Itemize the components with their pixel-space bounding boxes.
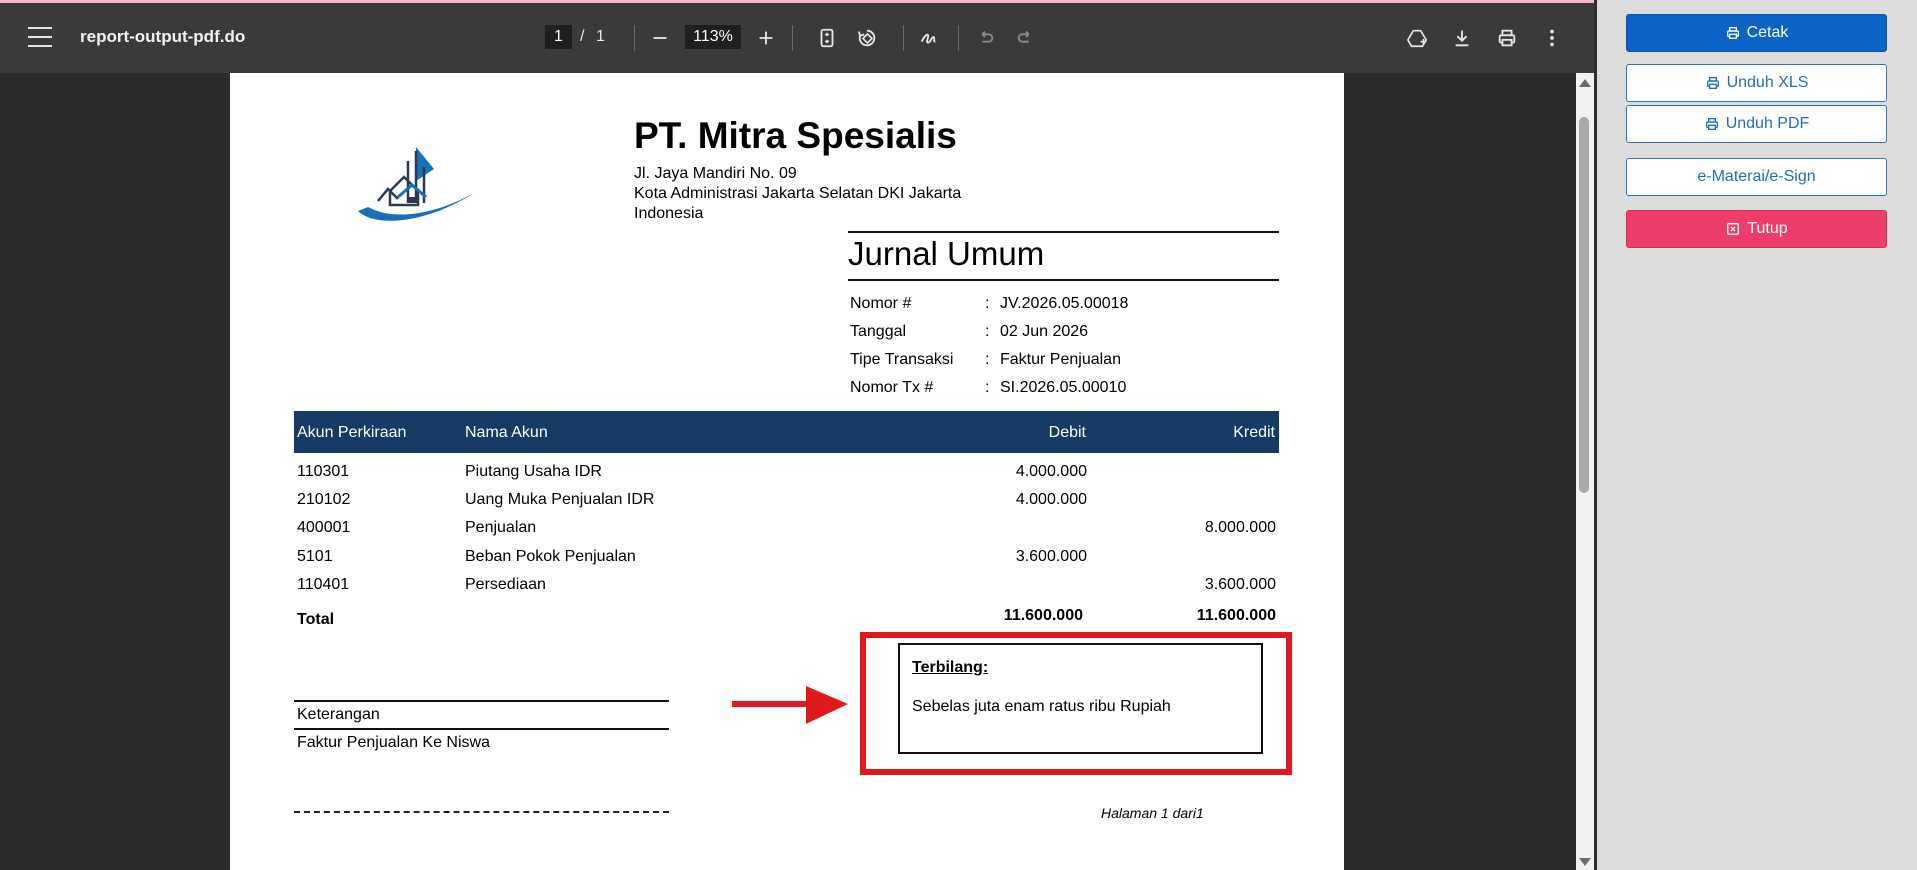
notes-rule-top [294, 700, 669, 702]
notes-rule-bottom [294, 728, 669, 730]
close-button-label: Tutup [1747, 220, 1788, 237]
print-button[interactable]: Cetak [1626, 14, 1887, 52]
table-row-name: Penjualan [465, 519, 537, 536]
journal-table-header: Akun Perkiraan Nama Akun Debit Kredit [294, 411, 1279, 453]
table-row-debit: 4.000.000 [1015, 463, 1087, 480]
total-credit: 11.600.000 [1196, 607, 1276, 624]
meta-label-tx-number: Nomor Tx # [850, 379, 934, 396]
toolbar-divider [958, 25, 959, 51]
page-number-input[interactable]: 1 [545, 25, 572, 49]
total-label: Total [297, 611, 335, 628]
header-credit: Kredit [1233, 424, 1275, 441]
table-row-name: Uang Muka Penjualan IDR [465, 491, 655, 508]
header-account-name: Nama Akun [465, 424, 548, 441]
table-row-name: Persediaan [465, 576, 546, 593]
header-account: Akun Perkiraan [297, 424, 407, 441]
terbilang-text: Sebelas juta enam ratus ribu Rupiah [912, 698, 1171, 715]
meta-label-number: Nomor # [850, 295, 912, 312]
table-row-credit: 3.600.000 [1204, 576, 1276, 593]
scroll-up-icon[interactable] [1579, 79, 1591, 87]
table-row-account: 5101 [297, 548, 333, 565]
page-total: 1 [596, 28, 605, 45]
vertical-scrollbar[interactable] [1576, 73, 1594, 870]
drive-save-icon[interactable] [1402, 23, 1432, 53]
table-row-name: Beban Pokok Penjualan [465, 548, 636, 565]
menu-icon[interactable] [28, 27, 52, 47]
emeterai-esign-label: e-Materai/e-Sign [1697, 168, 1816, 185]
table-row-account: 110301 [297, 463, 350, 480]
highlight-arrow-icon [732, 686, 848, 724]
company-address-line-2: Kota Administrasi Jakarta Selatan DKI Ja… [634, 185, 962, 202]
document-filename: report-output-pdf.do [80, 27, 246, 46]
pdf-viewer: report-output-pdf.do 1 / 1 113% PT. Mitr… [0, 3, 1594, 870]
company-name: PT. Mitra Spesialis [634, 115, 957, 156]
table-row-name: Piutang Usaha IDR [465, 463, 602, 480]
print-icon[interactable] [1492, 23, 1522, 53]
action-panel: Cetak Unduh XLS Unduh PDF e-Materai/e-Si… [1594, 0, 1917, 870]
table-row-account: 210102 [297, 491, 351, 508]
total-debit: 11.600.000 [1003, 607, 1083, 624]
title-rule-top [848, 231, 1279, 233]
fit-page-icon[interactable] [812, 23, 842, 53]
redo-icon[interactable] [1011, 23, 1041, 53]
company-logo [358, 147, 474, 221]
download-xls-label: Unduh XLS [1726, 74, 1809, 91]
table-row-account: 110401 [297, 576, 350, 593]
document-title: Jurnal Umum [848, 235, 1045, 272]
pdf-toolbar: report-output-pdf.do 1 / 1 113% [0, 3, 1594, 73]
more-options-icon[interactable] [1537, 23, 1567, 53]
notes-text: Faktur Penjualan Ke Niswa [297, 734, 490, 751]
zoom-in-icon[interactable] [751, 23, 781, 53]
draw-icon[interactable] [914, 23, 944, 53]
download-pdf-label: Unduh PDF [1725, 115, 1810, 132]
table-row-account: 400001 [297, 519, 351, 536]
page-separator: / [580, 28, 585, 45]
print-icon [1726, 27, 1739, 39]
emeterai-esign-button[interactable]: e-Materai/e-Sign [1626, 158, 1887, 196]
meta-value-tx-number: SI.2026.05.00010 [1000, 379, 1127, 396]
undo-icon[interactable] [970, 23, 1000, 53]
meta-colon: : [985, 351, 990, 368]
title-rule-bottom [848, 279, 1279, 281]
terbilang-title: Terbilang: [912, 659, 989, 676]
close-button[interactable]: Tutup [1626, 210, 1887, 248]
rotate-icon[interactable] [852, 23, 882, 53]
print-icon [1706, 77, 1719, 89]
pdf-page: PT. Mitra Spesialis Jl. Jaya Mandiri No.… [230, 73, 1344, 870]
header-debit: Debit [1048, 424, 1086, 441]
toolbar-divider [634, 25, 635, 51]
zoom-level-input[interactable]: 113% [685, 25, 741, 49]
table-row-credit: 8.000.000 [1204, 519, 1276, 536]
meta-label-transaction-type: Tipe Transaksi [850, 351, 954, 368]
meta-value-date: 02 Jun 2026 [1000, 323, 1089, 340]
table-row-debit: 3.600.000 [1015, 548, 1087, 565]
company-address-line-3: Indonesia [634, 205, 704, 222]
toolbar-divider [792, 25, 793, 51]
company-address-line-1: Jl. Jaya Mandiri No. 09 [634, 165, 797, 182]
download-pdf-button[interactable]: Unduh PDF [1626, 105, 1887, 143]
scroll-thumb[interactable] [1579, 117, 1589, 493]
toolbar-divider [903, 25, 904, 51]
meta-colon: : [985, 323, 990, 340]
notes-label: Keterangan [297, 706, 380, 723]
signature-line [294, 811, 669, 813]
zoom-out-icon[interactable] [645, 23, 675, 53]
scroll-down-icon[interactable] [1579, 858, 1591, 866]
meta-label-date: Tanggal [850, 323, 907, 340]
meta-colon: : [985, 295, 990, 312]
print-icon [1705, 118, 1718, 130]
download-icon[interactable] [1447, 23, 1477, 53]
page-footer: Halaman 1 dari1 [1101, 805, 1204, 821]
meta-value-number: JV.2026.05.00018 [1000, 295, 1129, 312]
close-icon [1727, 223, 1740, 235]
table-row-debit: 4.000.000 [1015, 491, 1087, 508]
print-button-label: Cetak [1746, 24, 1789, 41]
download-xls-button[interactable]: Unduh XLS [1626, 64, 1887, 102]
meta-value-transaction-type: Faktur Penjualan [1000, 351, 1121, 368]
meta-colon: : [985, 379, 990, 396]
